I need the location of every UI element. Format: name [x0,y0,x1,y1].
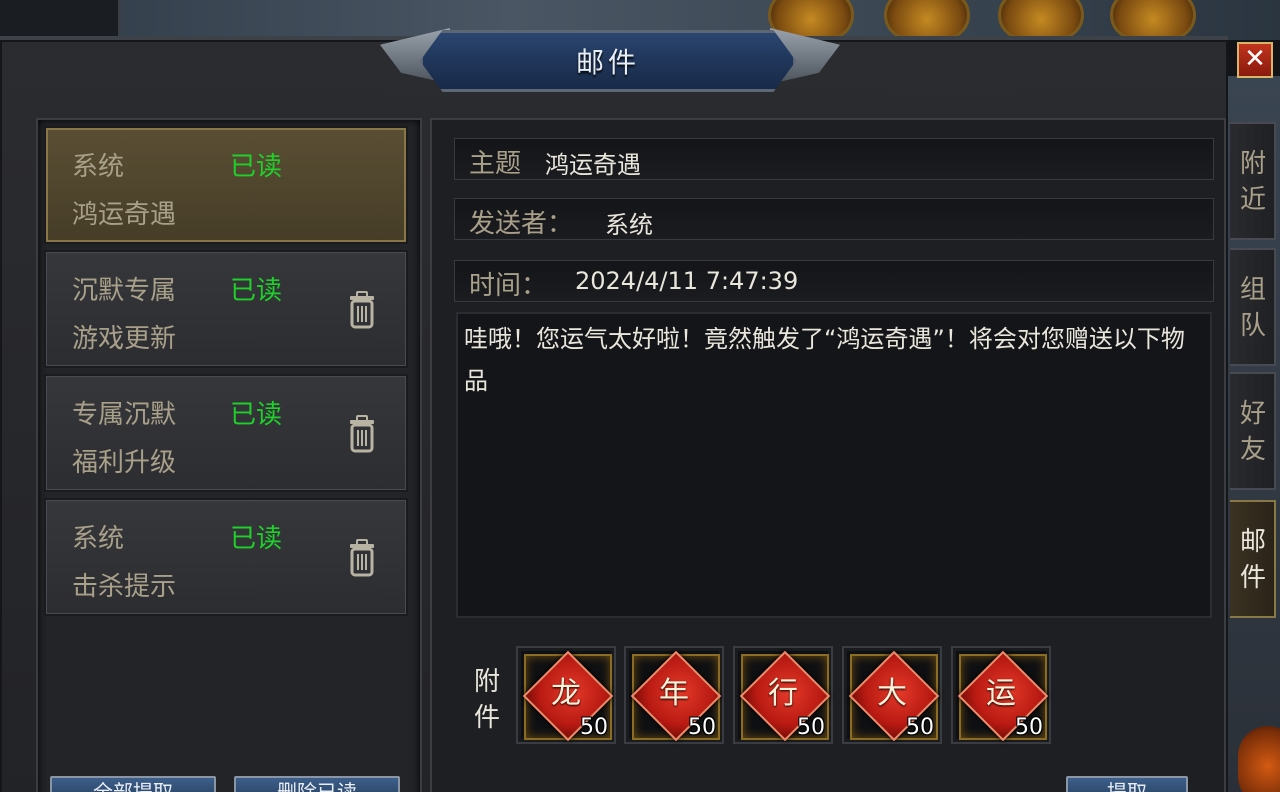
item-quantity: 50 [906,715,934,740]
sender-label: 发送者： [469,209,574,239]
trash-icon[interactable] [346,414,378,454]
subject-label: 主题 [469,149,522,179]
mail-sender: 系统 [72,152,125,182]
sender-value: 系统 [605,211,653,239]
item-quantity: 50 [580,715,608,740]
item-quantity: 50 [688,715,716,740]
item-quantity: 50 [797,715,825,740]
mail-read-status: 已读 [230,152,283,182]
collect-all-button[interactable]: 全部提取 [50,776,216,792]
attachment-slot[interactable]: 大 50 [842,646,942,744]
mail-subject: 游戏更新 [72,324,177,354]
tab-friends[interactable]: 好友 [1230,372,1276,490]
attachment-slot[interactable]: 运 50 [951,646,1051,744]
mail-read-status: 已读 [230,276,283,306]
attachment-slot[interactable]: 行 50 [733,646,833,744]
attachment-slot[interactable]: 年 50 [624,646,724,744]
item-quantity: 50 [1015,715,1043,740]
subject-value: 鸿运奇遇 [545,151,641,179]
mail-subject: 鸿运奇遇 [72,200,177,230]
top-left-panel [0,0,121,39]
trash-icon[interactable] [346,538,378,578]
mail-body-text: 哇哦！您运气太好啦！竟然触发了“鸿运奇遇”！将会对您赠送以下物品 [464,325,1185,395]
tab-label: 好友 [1239,399,1266,465]
tab-nearby[interactable]: 附近 [1230,122,1276,240]
mail-list-item[interactable]: 系统 已读 鸿运奇遇 [44,126,408,244]
subject-row: 主题 鸿运奇遇 [454,138,1214,180]
game-screen: 邮件 ✕ 系统 已读 鸿运奇遇 沉默专属 已读 游戏更新 专属沉默 已读 福利升 [0,0,1280,792]
time-value: 2024/4/11 7:47:39 [575,267,799,295]
mail-list-panel: 系统 已读 鸿运奇遇 沉默专属 已读 游戏更新 专属沉默 已读 福利升级 系统 … [36,118,422,792]
mail-body: 哇哦！您运气太好啦！竟然触发了“鸿运奇遇”！将会对您赠送以下物品 [456,312,1212,618]
mail-read-status: 已读 [230,524,283,554]
close-button[interactable]: ✕ [1237,42,1273,78]
mail-subject: 击杀提示 [72,572,177,602]
window-title-banner: 邮件 [420,30,796,92]
trash-icon[interactable] [346,290,378,330]
mail-read-status: 已读 [230,400,283,430]
window-title: 邮件 [575,46,640,79]
tab-mail[interactable]: 邮件 [1230,500,1276,618]
mail-sender: 系统 [72,524,125,554]
sender-row: 发送者： 系统 [454,198,1214,240]
attachment-slot[interactable]: 龙 50 [516,646,616,744]
tab-label: 附近 [1239,149,1266,215]
time-row: 时间： 2024/4/11 7:47:39 [454,260,1214,302]
top-orb-icon[interactable] [884,0,970,40]
mail-list-item[interactable]: 专属沉默 已读 福利升级 [44,374,408,492]
collect-button[interactable]: 提取 [1066,776,1188,792]
top-orb-icon[interactable] [1110,0,1196,40]
corner-orb-icon[interactable] [1238,726,1280,792]
mail-list-item[interactable]: 沉默专属 已读 游戏更新 [44,250,408,368]
mail-subject: 福利升级 [72,448,177,478]
tab-team[interactable]: 组队 [1230,248,1276,366]
mail-sender: 专属沉默 [72,400,177,430]
top-orb-icon[interactable] [998,0,1084,40]
tab-label: 邮件 [1239,527,1266,593]
tab-label: 组队 [1239,275,1266,341]
mail-list-item[interactable]: 系统 已读 击杀提示 [44,498,408,616]
delete-read-button[interactable]: 删除已读 [234,776,400,792]
mail-sender: 沉默专属 [72,276,177,306]
time-label: 时间： [469,271,548,301]
attachments-label: 附件 [474,667,501,733]
